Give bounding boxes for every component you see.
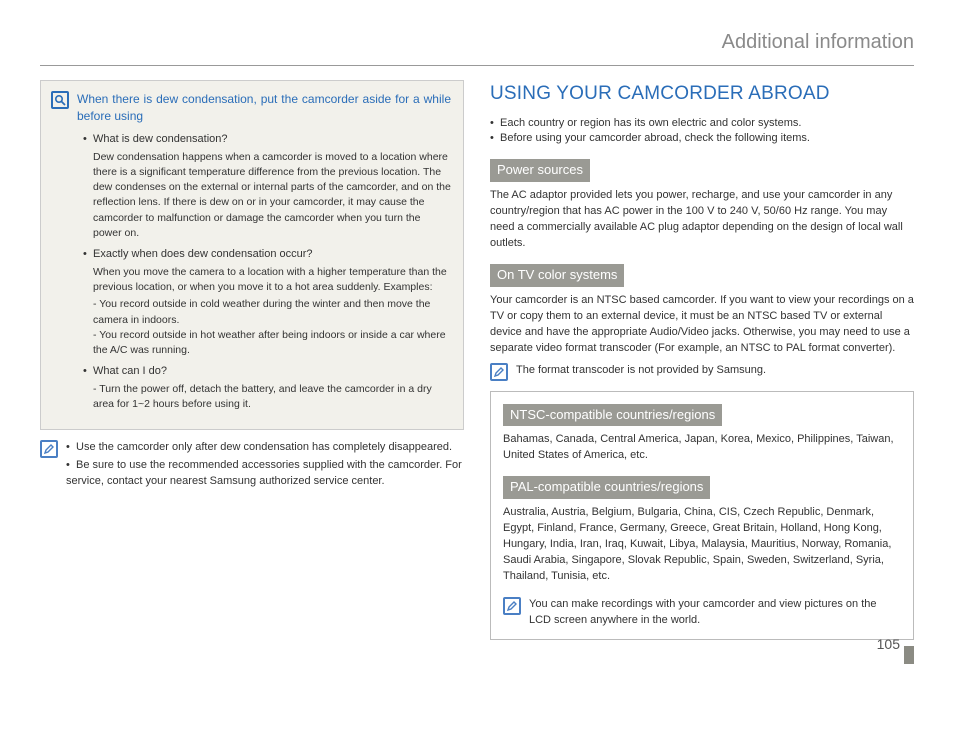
a-what-do: Turn the power off, detach the battery, … — [93, 382, 451, 412]
subhead-power: Power sources — [490, 159, 590, 182]
subhead-ntsc: NTSC-compatible countries/regions — [503, 404, 722, 427]
page-tab-marker — [904, 646, 914, 664]
q-when-dew: Exactly when does dew condensation occur… — [93, 248, 313, 260]
a-what-is-dew: Dew condensation happens when a camcorde… — [85, 150, 451, 241]
pal-body: Australia, Austria, Belgium, Bulgaria, C… — [503, 505, 901, 585]
region-box: NTSC-compatible countries/regions Bahama… — [490, 391, 914, 640]
left-column: When there is dew condensation, put the … — [40, 80, 464, 640]
dew-callout-box: When there is dew condensation, put the … — [40, 80, 464, 430]
dew-example-1: You record outside in cold weather durin… — [93, 297, 451, 327]
q-what-is-dew: What is dew condensation? — [93, 133, 228, 145]
pencil-note-icon — [40, 440, 58, 458]
ntsc-body: Bahamas, Canada, Central America, Japan,… — [503, 432, 901, 464]
pencil-note-icon — [490, 363, 508, 381]
section-title: USING YOUR CAMCORDER ABROAD — [490, 80, 914, 108]
intro-bullet-2: Before using your camcorder abroad, chec… — [490, 131, 914, 147]
right-column: USING YOUR CAMCORDER ABROAD Each country… — [490, 80, 914, 640]
content-columns: When there is dew condensation, put the … — [40, 80, 914, 640]
region-note: You can make recordings with your camcor… — [529, 597, 901, 629]
callout-title: When there is dew condensation, put the … — [77, 91, 451, 126]
left-note-1: Use the camcorder only after dew condens… — [66, 440, 464, 456]
subhead-tv: On TV color systems — [490, 264, 624, 287]
left-note: Use the camcorder only after dew condens… — [40, 440, 464, 492]
magnifier-icon — [51, 91, 69, 109]
left-note-2: Be sure to use the recommended accessori… — [66, 458, 464, 490]
dew-example-2: You record outside in hot weather after … — [93, 328, 451, 358]
chapter-header: Additional information — [40, 28, 914, 66]
tv-note: The format transcoder is not provided by… — [516, 363, 766, 379]
power-body: The AC adaptor provided lets you power, … — [490, 188, 914, 252]
tv-body: Your camcorder is an NTSC based camcorde… — [490, 293, 914, 357]
subhead-pal: PAL-compatible countries/regions — [503, 476, 710, 499]
pencil-note-icon — [503, 597, 521, 615]
page-number: 105 — [877, 634, 900, 654]
intro-bullet-1: Each country or region has its own elect… — [490, 116, 914, 132]
a-when-dew: When you move the camera to a location w… — [85, 265, 451, 295]
q-what-do: What can I do? — [93, 365, 167, 377]
